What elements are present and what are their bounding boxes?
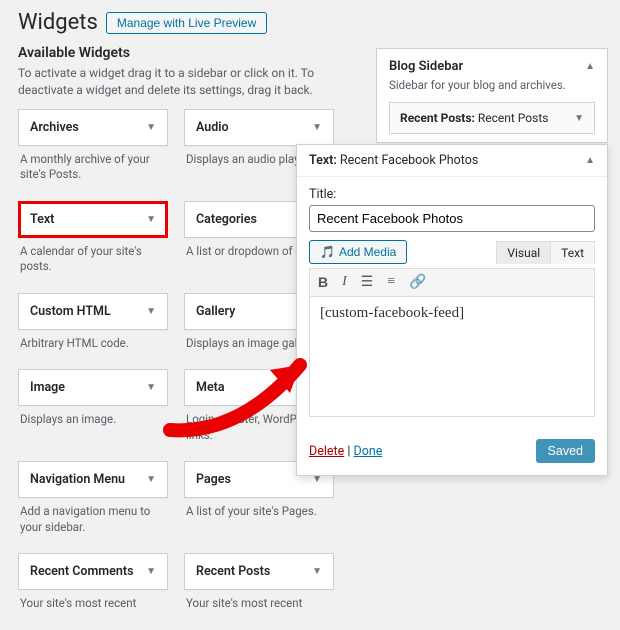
widget-custom-html[interactable]: Custom HTML ▼ bbox=[18, 293, 168, 330]
widget-desc: Your site's most recent bbox=[184, 590, 334, 620]
chevron-up-icon[interactable]: ▲ bbox=[585, 155, 595, 166]
chevron-up-icon[interactable]: ▲ bbox=[585, 61, 595, 72]
chevron-down-icon: ▼ bbox=[312, 566, 322, 577]
widget-label: Archives bbox=[30, 120, 79, 135]
editor-footer-links: Delete | Done bbox=[309, 444, 382, 459]
chevron-down-icon: ▼ bbox=[146, 122, 156, 133]
widget-archives[interactable]: Archives ▼ bbox=[18, 109, 168, 146]
widget-label: Categories bbox=[196, 212, 257, 227]
widget-desc: Add a navigation menu to your sidebar. bbox=[18, 498, 168, 543]
widget-desc: A monthly archive of your site's Posts. bbox=[18, 146, 168, 191]
music-note-icon: 🎵 bbox=[320, 245, 335, 259]
chevron-down-icon: ▼ bbox=[312, 122, 322, 133]
title-label: Title: bbox=[309, 187, 595, 202]
widget-label: Navigation Menu bbox=[30, 472, 125, 487]
widget-label: Audio bbox=[196, 120, 229, 135]
widget-label: Pages bbox=[196, 472, 231, 487]
numbered-list-button[interactable]: ≡ bbox=[387, 274, 395, 291]
add-media-button[interactable]: 🎵 Add Media bbox=[309, 240, 407, 264]
sidebar-area-title: Blog Sidebar bbox=[389, 59, 463, 74]
chevron-down-icon: ▼ bbox=[146, 382, 156, 393]
widget-text[interactable]: Text ▼ bbox=[18, 201, 168, 238]
add-media-label: Add Media bbox=[339, 245, 396, 259]
sidebar-widget-recent-posts[interactable]: Recent Posts: Recent Posts ▼ bbox=[389, 102, 595, 134]
page-title: Widgets bbox=[18, 10, 98, 35]
widget-editor-header[interactable]: Text: Recent Facebook Photos ▲ bbox=[297, 145, 607, 177]
sidebar-widget-label: Recent Posts: Recent Posts bbox=[400, 111, 548, 125]
widget-label: Image bbox=[30, 380, 65, 395]
available-widgets-desc: To activate a widget drag it to a sideba… bbox=[18, 65, 348, 99]
link-button[interactable]: 🔗 bbox=[409, 274, 426, 291]
italic-button[interactable]: I bbox=[342, 274, 347, 291]
widget-desc: A list of your site's Pages. bbox=[184, 498, 334, 528]
widget-editor-panel: Text: Recent Facebook Photos ▲ Title: 🎵 … bbox=[296, 144, 608, 476]
saved-button[interactable]: Saved bbox=[536, 439, 595, 463]
widget-desc: Arbitrary HTML code. bbox=[18, 330, 168, 360]
widget-desc: Your site's most recent bbox=[18, 590, 168, 620]
bullet-list-button[interactable]: ☰ bbox=[361, 274, 374, 291]
widget-desc: Displays an image. bbox=[18, 406, 168, 436]
chevron-down-icon: ▼ bbox=[146, 566, 156, 577]
widget-label: Recent Posts bbox=[196, 564, 270, 579]
widget-recent-comments[interactable]: Recent Comments ▼ bbox=[18, 553, 168, 590]
delete-link[interactable]: Delete bbox=[309, 444, 344, 459]
widget-desc: A calendar of your site's posts. bbox=[18, 238, 168, 283]
tab-visual[interactable]: Visual bbox=[497, 242, 550, 264]
chevron-down-icon: ▼ bbox=[146, 306, 156, 317]
sidebar-area-desc: Sidebar for your blog and archives. bbox=[389, 78, 595, 92]
editor-tabs: Visual Text bbox=[496, 241, 595, 264]
tab-text[interactable]: Text bbox=[550, 242, 594, 264]
title-input[interactable] bbox=[309, 205, 595, 232]
widget-navigation-menu[interactable]: Navigation Menu ▼ bbox=[18, 461, 168, 498]
widget-recent-posts[interactable]: Recent Posts ▼ bbox=[184, 553, 334, 590]
chevron-down-icon: ▼ bbox=[146, 474, 156, 485]
widget-label: Text bbox=[30, 212, 54, 227]
widget-audio[interactable]: Audio ▼ bbox=[184, 109, 334, 146]
done-link[interactable]: Done bbox=[353, 444, 382, 459]
editor-toolbar: B I ☰ ≡ 🔗 bbox=[309, 268, 595, 297]
widget-label: Gallery bbox=[196, 304, 235, 319]
bold-button[interactable]: B bbox=[318, 274, 328, 291]
widget-label: Recent Comments bbox=[30, 564, 134, 579]
widget-image[interactable]: Image ▼ bbox=[18, 369, 168, 406]
chevron-down-icon: ▼ bbox=[146, 214, 156, 225]
widget-label: Meta bbox=[196, 380, 225, 395]
widget-label: Custom HTML bbox=[30, 304, 111, 319]
content-editor[interactable] bbox=[309, 297, 595, 417]
chevron-down-icon: ▼ bbox=[574, 113, 584, 124]
sidebar-area-panel: Blog Sidebar ▲ Sidebar for your blog and… bbox=[376, 48, 608, 143]
live-preview-button[interactable]: Manage with Live Preview bbox=[106, 12, 267, 34]
